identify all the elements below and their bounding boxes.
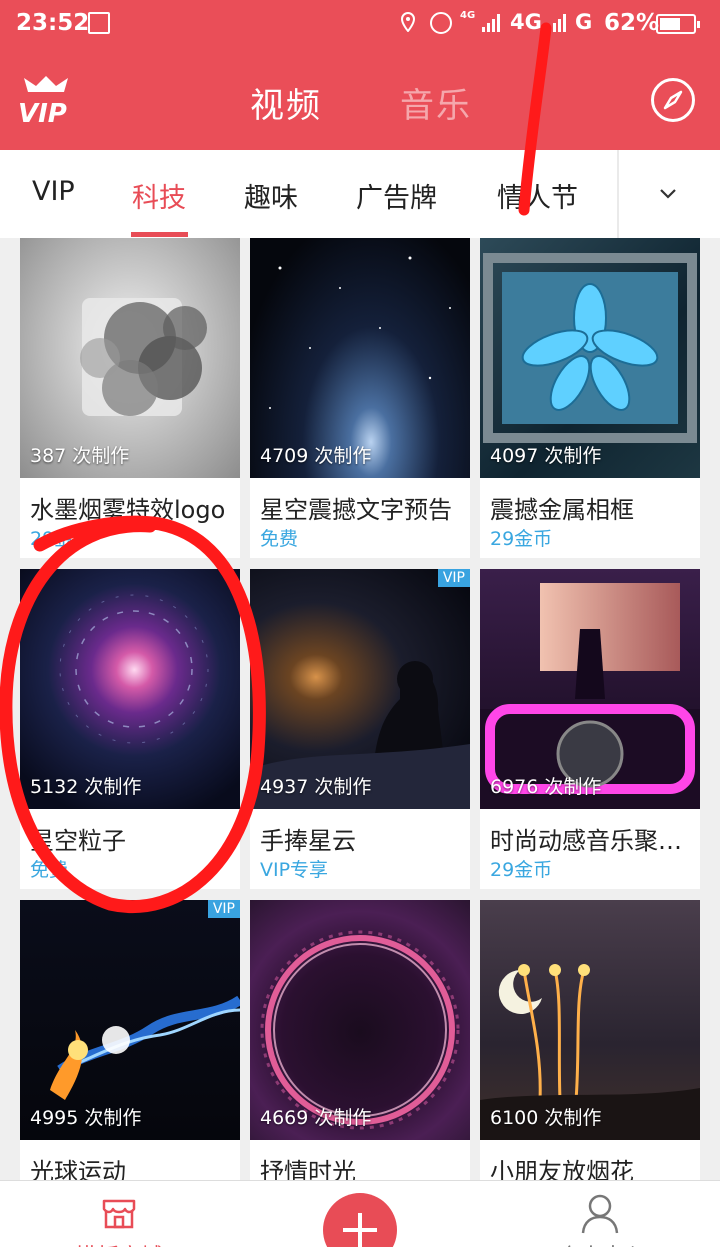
usage-count: 4995 次制作 bbox=[30, 1107, 142, 1129]
tab-video[interactable]: 视频 bbox=[250, 78, 322, 127]
shop-icon[interactable] bbox=[101, 1195, 137, 1229]
compass-icon[interactable] bbox=[651, 78, 695, 122]
vip-crown-icon[interactable]: VIP bbox=[16, 74, 76, 126]
template-price: 免费 bbox=[260, 528, 299, 550]
usage-count: 4937 次制作 bbox=[260, 776, 372, 798]
template-card[interactable]: VIP 4995 次制作 光球运动 bbox=[20, 900, 240, 1220]
template-card[interactable]: 5132 次制作 星空粒子 免费 bbox=[20, 569, 240, 889]
usage-count: 6976 次制作 bbox=[490, 776, 602, 798]
template-title: 水墨烟雾特效logo bbox=[30, 496, 226, 524]
template-title: 时尚动感音乐聚… bbox=[490, 827, 682, 855]
category-tabs: VIP 科技 趣味 广告牌 情人节 bbox=[0, 150, 720, 238]
template-card[interactable]: 387 次制作 水墨烟雾特效logo 29金币 bbox=[20, 238, 240, 558]
usage-count: 4669 次制作 bbox=[260, 1107, 372, 1129]
chevron-down-icon[interactable] bbox=[660, 186, 676, 202]
nav-label-profile[interactable]: 个人中心 bbox=[558, 1239, 646, 1247]
alarm-icon bbox=[430, 12, 452, 34]
battery-icon bbox=[656, 14, 700, 34]
create-button[interactable] bbox=[323, 1193, 397, 1247]
usage-count: 4709 次制作 bbox=[260, 445, 372, 467]
template-title: 震撼金属相框 bbox=[490, 496, 634, 524]
app-header: 23:52 4G 4G G 62% VIP 视频 音乐 bbox=[0, 0, 720, 150]
template-price: 29金币 bbox=[490, 859, 553, 881]
network-type-label: 4G bbox=[510, 10, 542, 34]
vip-badge: VIP bbox=[207, 900, 240, 918]
template-price: VIP专享 bbox=[260, 859, 329, 881]
usage-count: 6100 次制作 bbox=[490, 1107, 602, 1129]
usage-count: 5132 次制作 bbox=[30, 776, 142, 798]
vip-badge: VIP bbox=[437, 569, 470, 587]
tab-divider bbox=[617, 150, 619, 238]
svg-text:VIP: VIP bbox=[18, 99, 67, 126]
tab-music[interactable]: 音乐 bbox=[400, 78, 472, 127]
category-tab-billboard[interactable]: 广告牌 bbox=[356, 176, 437, 215]
signal-icon bbox=[482, 14, 504, 32]
category-tab-valentine[interactable]: 情人节 bbox=[497, 176, 578, 215]
usage-count: 4097 次制作 bbox=[490, 445, 602, 467]
status-bar: 23:52 4G 4G G 62% bbox=[0, 0, 720, 50]
template-card[interactable]: VIP 4937 次制作 手捧星云 VIP专享 bbox=[250, 569, 470, 889]
category-tab-vip[interactable]: VIP bbox=[32, 176, 75, 207]
signal-icon bbox=[548, 14, 570, 32]
template-card[interactable]: 6976 次制作 时尚动感音乐聚… 29金币 bbox=[480, 569, 700, 889]
status-time: 23:52 bbox=[16, 10, 90, 36]
template-card[interactable]: 6100 次制作 小朋友放烟花 bbox=[480, 900, 700, 1220]
template-card[interactable]: 4709 次制作 星空震撼文字预告 免费 bbox=[250, 238, 470, 558]
template-price: 29金币 bbox=[490, 528, 553, 550]
template-price: 免费 bbox=[30, 859, 69, 881]
active-tab-indicator bbox=[131, 232, 188, 237]
template-title: 星空粒子 bbox=[30, 827, 126, 855]
nav-label-shop[interactable]: 模板商城 bbox=[75, 1239, 163, 1247]
location-icon bbox=[400, 12, 416, 32]
category-tab-fun[interactable]: 趣味 bbox=[244, 176, 298, 215]
network-small-label: 4G bbox=[460, 10, 476, 21]
template-card[interactable]: 4097 次制作 震撼金属相框 29金币 bbox=[480, 238, 700, 558]
user-icon[interactable] bbox=[580, 1193, 620, 1235]
template-title: 星空震撼文字预告 bbox=[260, 496, 452, 524]
battery-percent: 62% bbox=[604, 10, 660, 36]
template-price: 29金币 bbox=[30, 528, 93, 550]
template-card[interactable]: 4669 次制作 抒情时光 bbox=[250, 900, 470, 1220]
template-title: 手捧星云 bbox=[260, 827, 356, 855]
category-tab-tech[interactable]: 科技 bbox=[132, 176, 186, 215]
bottom-nav: 模板商城 个人中心 bbox=[0, 1180, 720, 1247]
network-type-label-2: G bbox=[575, 10, 593, 34]
screenshot-icon bbox=[88, 12, 110, 34]
usage-count: 387 次制作 bbox=[30, 445, 130, 467]
